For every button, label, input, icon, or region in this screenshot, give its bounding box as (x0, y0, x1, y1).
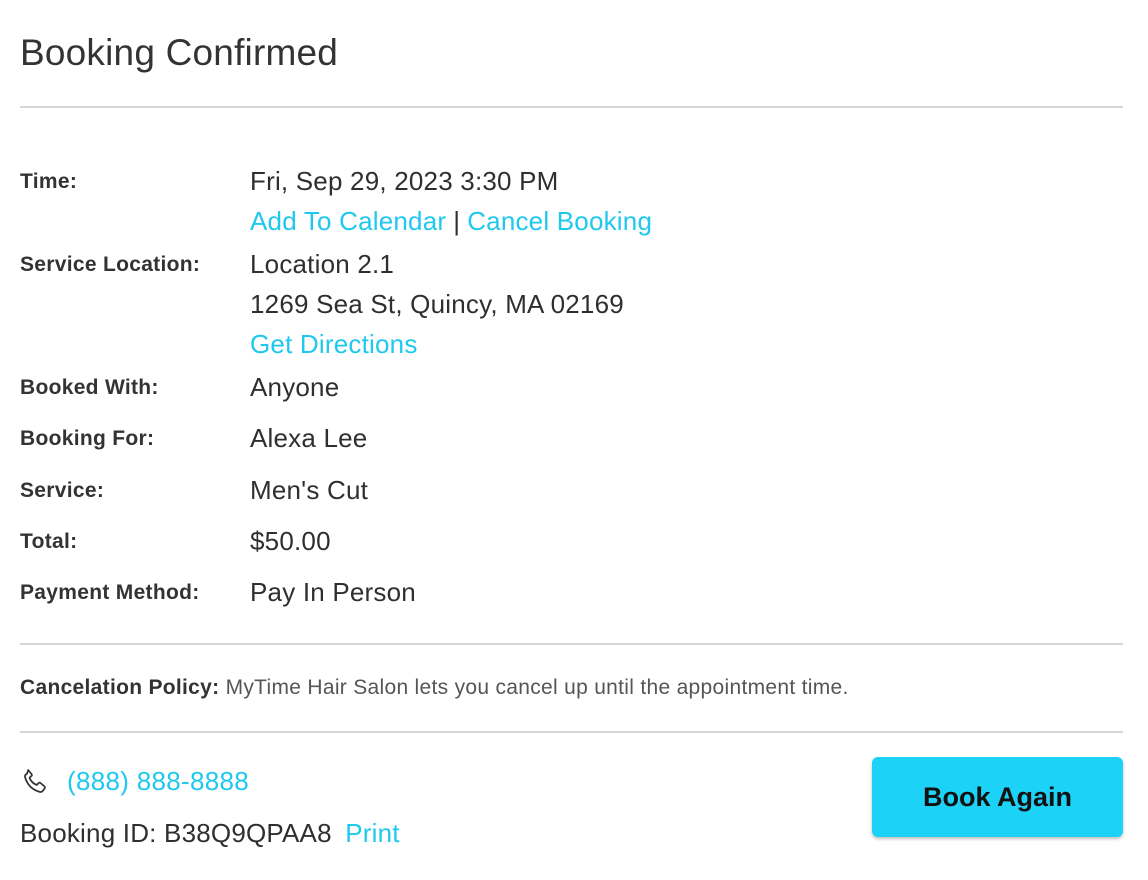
book-again-button[interactable]: Book Again (872, 757, 1123, 837)
total-value: $50.00 (250, 526, 331, 556)
booked-with-label: Booked With: (20, 376, 159, 399)
booking-id-row: Booking ID: B38Q9QPAA8 Print (20, 818, 400, 849)
payment-method-label: Payment Method: (20, 581, 200, 604)
service-value: Men's Cut (250, 475, 369, 505)
time-label: Time: (20, 170, 78, 193)
policy-divider (20, 731, 1123, 733)
location-name: Location 2.1 (250, 249, 395, 279)
location-address: 1269 Sea St, Quincy, MA 02169 (250, 289, 624, 319)
phone-icon (20, 767, 50, 797)
booking-for-label: Booking For: (20, 427, 155, 450)
booking-for-value: Alexa Lee (250, 423, 368, 453)
get-directions-link[interactable]: Get Directions (250, 329, 418, 360)
phone-row: (888) 888-8888 (20, 766, 249, 797)
booked-with-value: Anyone (250, 372, 340, 402)
cancelation-policy-text: MyTime Hair Salon lets you cancel up unt… (225, 676, 849, 699)
page-title: Booking Confirmed (20, 32, 339, 73)
print-link[interactable]: Print (345, 818, 399, 848)
cancelation-policy: Cancelation Policy: MyTime Hair Salon le… (20, 676, 849, 700)
service-label: Service: (20, 479, 105, 502)
payment-method-value: Pay In Person (250, 577, 416, 607)
details-divider (20, 643, 1123, 645)
time-value: Fri, Sep 29, 2023 3:30 PM (250, 166, 559, 196)
cancel-booking-link[interactable]: Cancel Booking (467, 206, 652, 236)
location-label: Service Location: (20, 253, 201, 276)
link-separator: | (453, 206, 461, 236)
add-to-calendar-link[interactable]: Add To Calendar (250, 206, 446, 236)
booking-id: Booking ID: B38Q9QPAA8 (20, 818, 332, 848)
phone-number-link[interactable]: (888) 888-8888 (67, 766, 249, 797)
cancelation-policy-label: Cancelation Policy: (20, 676, 220, 699)
total-label: Total: (20, 530, 78, 553)
header-divider (20, 106, 1123, 108)
time-actions: Add To Calendar | Cancel Booking (250, 206, 652, 237)
